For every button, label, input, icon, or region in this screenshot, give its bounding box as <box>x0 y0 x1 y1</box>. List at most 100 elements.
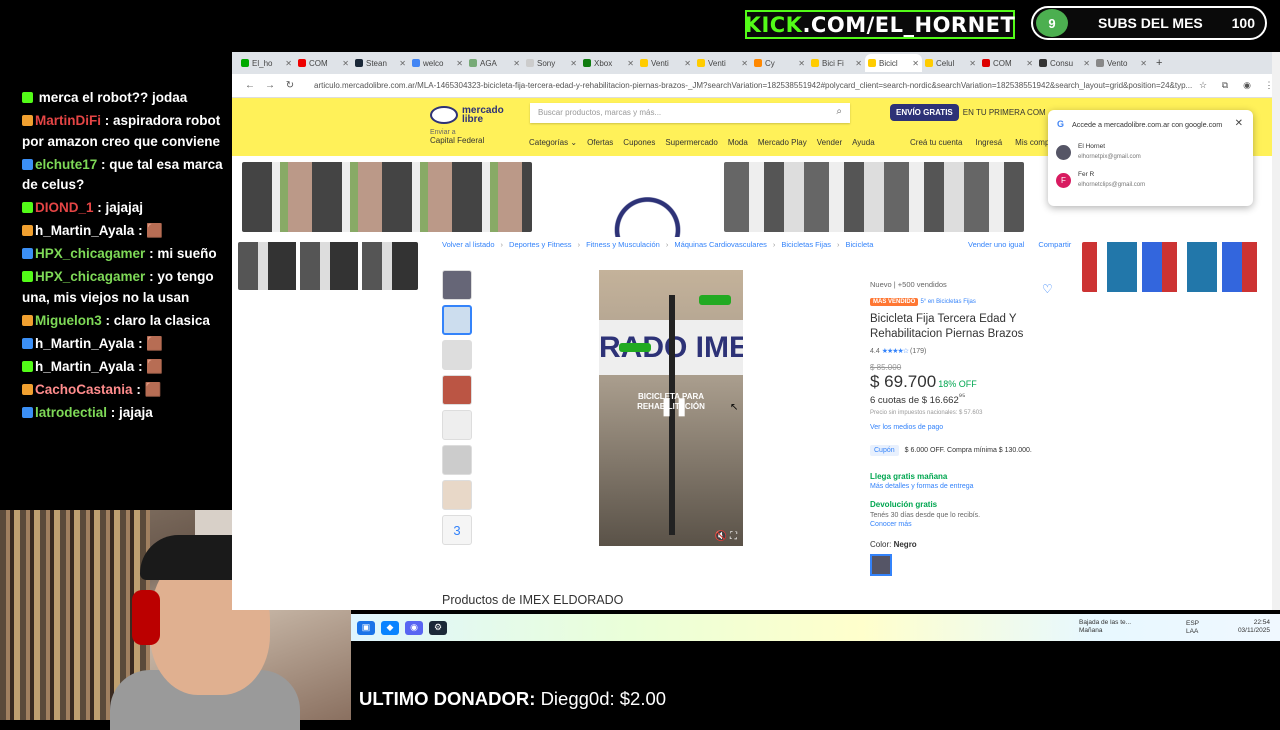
close-icon[interactable]: ✕ <box>798 59 805 68</box>
browser-tab[interactable]: welco ✕ <box>409 54 466 72</box>
envio-banner[interactable]: ENVÍO GRATIS EN TU PRIMERA COM <box>890 104 1046 121</box>
nav-link[interactable]: Ofertas <box>587 138 613 147</box>
language-indicator[interactable]: ESP LAA <box>1186 620 1199 636</box>
chat-username[interactable]: h_Martin_Ayala <box>35 359 134 374</box>
favorite-heart-icon[interactable]: ♡ <box>1042 282 1053 296</box>
search-input[interactable]: Buscar productos, marcas y más... ⌕ <box>530 103 850 123</box>
breadcrumb-link[interactable]: Deportes y Fitness <box>509 240 572 249</box>
browser-tab[interactable]: COM ✕ <box>295 54 352 72</box>
close-icon[interactable]: ✕ <box>684 59 691 68</box>
extensions-icon[interactable]: ⧉ <box>1214 80 1236 91</box>
chat-username[interactable]: h_Martin_Ayala <box>35 223 134 238</box>
ml-logo[interactable]: mercado libre <box>430 104 505 126</box>
nav-link[interactable]: Moda <box>728 138 748 147</box>
chat-username[interactable]: h_Martin_Ayala <box>35 336 134 351</box>
nav-link[interactable]: Mercado Play <box>758 138 807 147</box>
reload-icon[interactable]: ↻ <box>280 80 300 91</box>
product-thumbnail[interactable] <box>442 340 472 370</box>
nav-link[interactable]: Cupones <box>623 138 655 147</box>
close-icon[interactable]: ✕ <box>1235 118 1243 129</box>
nav-link[interactable]: Vender <box>817 138 842 147</box>
search-icon[interactable]: ⌕ <box>836 106 842 117</box>
close-icon[interactable]: ✕ <box>570 59 577 68</box>
breadcrumb-link[interactable]: Bicicleta <box>846 240 874 249</box>
close-icon[interactable]: ✕ <box>285 59 292 68</box>
browser-tab[interactable]: Venti ✕ <box>694 54 751 72</box>
forward-icon[interactable]: → <box>260 80 280 91</box>
close-icon[interactable]: ✕ <box>513 59 520 68</box>
product-video[interactable]: RADO IMEX BICICLETA PARA REHABILITACIÓN … <box>599 270 743 546</box>
product-thumbnail[interactable] <box>442 375 472 405</box>
color-swatch[interactable] <box>870 554 892 577</box>
breadcrumb-link[interactable]: Máquinas Cardiovasculares <box>674 240 767 249</box>
browser-tab[interactable]: Vento ✕ <box>1093 54 1150 72</box>
close-icon[interactable]: ✕ <box>1026 59 1033 68</box>
chat-username[interactable]: latrodectial <box>35 405 107 420</box>
close-icon[interactable]: ✕ <box>1083 59 1090 68</box>
browser-tab[interactable]: Consu ✕ <box>1036 54 1093 72</box>
product-thumbnail[interactable] <box>442 445 472 475</box>
close-icon[interactable]: ✕ <box>855 59 862 68</box>
breadcrumb-link[interactable]: Bicicletas Fijas <box>781 240 831 249</box>
breadcrumb-link[interactable]: Volver al listado <box>442 240 495 249</box>
browser-tab[interactable]: Celul ✕ <box>922 54 979 72</box>
browser-tab[interactable]: COM ✕ <box>979 54 1036 72</box>
close-icon[interactable]: ✕ <box>627 59 634 68</box>
chat-username[interactable]: Miguelon3 <box>35 313 102 328</box>
close-icon[interactable]: ✕ <box>342 59 349 68</box>
account-link[interactable]: Ingresá <box>975 138 1002 147</box>
nav-link[interactable]: Categorías ⌄ <box>529 138 577 147</box>
account-link[interactable]: Creá tu cuenta <box>910 138 962 147</box>
chat-username[interactable]: CachoCastania <box>35 382 133 397</box>
taskbar-app-icon[interactable]: ◆ <box>381 620 399 635</box>
browser-scrollbar[interactable] <box>1272 52 1280 610</box>
profile-icon[interactable]: ◉ <box>1236 80 1258 91</box>
browser-tab[interactable]: Stean ✕ <box>352 54 409 72</box>
google-account-2[interactable]: F Fer R elhornetclips@gmail.com <box>1048 169 1253 191</box>
breadcrumb-link[interactable]: Fitness y Musculación <box>586 240 660 249</box>
chat-username[interactable]: DIOND_1 <box>35 200 94 215</box>
product-thumbnail[interactable] <box>442 305 472 335</box>
share-link[interactable]: Compartir <box>1038 240 1071 249</box>
close-icon[interactable]: ✕ <box>399 59 406 68</box>
product-rating[interactable]: 4.4 ★★★★☆ (179) <box>870 347 1070 355</box>
learn-more-link[interactable]: Conocer más <box>870 521 1070 528</box>
shipping-details-link[interactable]: Más detalles y formas de entrega <box>870 483 1070 490</box>
close-icon[interactable]: ✕ <box>1140 59 1147 68</box>
coupon[interactable]: Cupón $ 6.000 OFF. Compra mínima $ 130.00… <box>870 445 1070 457</box>
chat-username[interactable]: elchute17 <box>35 157 97 172</box>
browser-tab[interactable]: Bici Fi ✕ <box>808 54 865 72</box>
browser-tab[interactable]: El_ho ✕ <box>238 54 295 72</box>
chat-username[interactable]: HPX_chicagamer <box>35 269 145 284</box>
product-thumbnail[interactable] <box>442 480 472 510</box>
fullscreen-icon[interactable]: ⛶ <box>730 531 737 542</box>
close-icon[interactable]: ✕ <box>456 59 463 68</box>
nav-link[interactable]: Ayuda <box>852 138 875 147</box>
bestseller-rank[interactable]: 5° en Bicicletas Fijas <box>920 299 975 305</box>
browser-tab[interactable]: Cy ✕ <box>751 54 808 72</box>
nav-link[interactable]: Supermercado <box>665 138 717 147</box>
close-icon[interactable]: ✕ <box>969 59 976 68</box>
steam-icon[interactable]: ⚙ <box>429 620 447 635</box>
clock[interactable]: 22:54 03/11/2025 <box>1238 619 1270 635</box>
bookmark-star-icon[interactable]: ☆ <box>1192 80 1214 91</box>
product-thumbnail[interactable] <box>442 410 472 440</box>
close-icon[interactable]: ✕ <box>912 59 919 68</box>
close-icon[interactable]: ✕ <box>741 59 748 68</box>
browser-tab[interactable]: AGA ✕ <box>466 54 523 72</box>
chat-username[interactable]: HPX_chicagamer <box>35 246 145 261</box>
back-icon[interactable]: ← <box>240 80 260 91</box>
browser-tab[interactable]: Venti ✕ <box>637 54 694 72</box>
url-field[interactable]: articulo.mercadolibre.com.ar/MLA-1465304… <box>314 81 1192 90</box>
payment-methods-link[interactable]: Ver los medios de pago <box>870 424 1070 431</box>
new-tab-icon[interactable]: + <box>1156 57 1162 69</box>
more-thumbnails[interactable]: 3 <box>442 515 472 545</box>
browser-tab[interactable]: Sony ✕ <box>523 54 580 72</box>
browser-tab[interactable]: Bicicl ✕ <box>865 54 922 72</box>
product-thumbnail[interactable] <box>442 270 472 300</box>
chat-username[interactable]: MartinDiFi <box>35 113 101 128</box>
share-link[interactable]: Vender uno igual <box>968 240 1024 249</box>
taskbar-app-icon[interactable]: ▣ <box>357 620 375 635</box>
mute-icon[interactable]: 🔇 <box>715 531 727 542</box>
location-selector[interactable]: Enviar a Capital Federal <box>430 129 484 146</box>
